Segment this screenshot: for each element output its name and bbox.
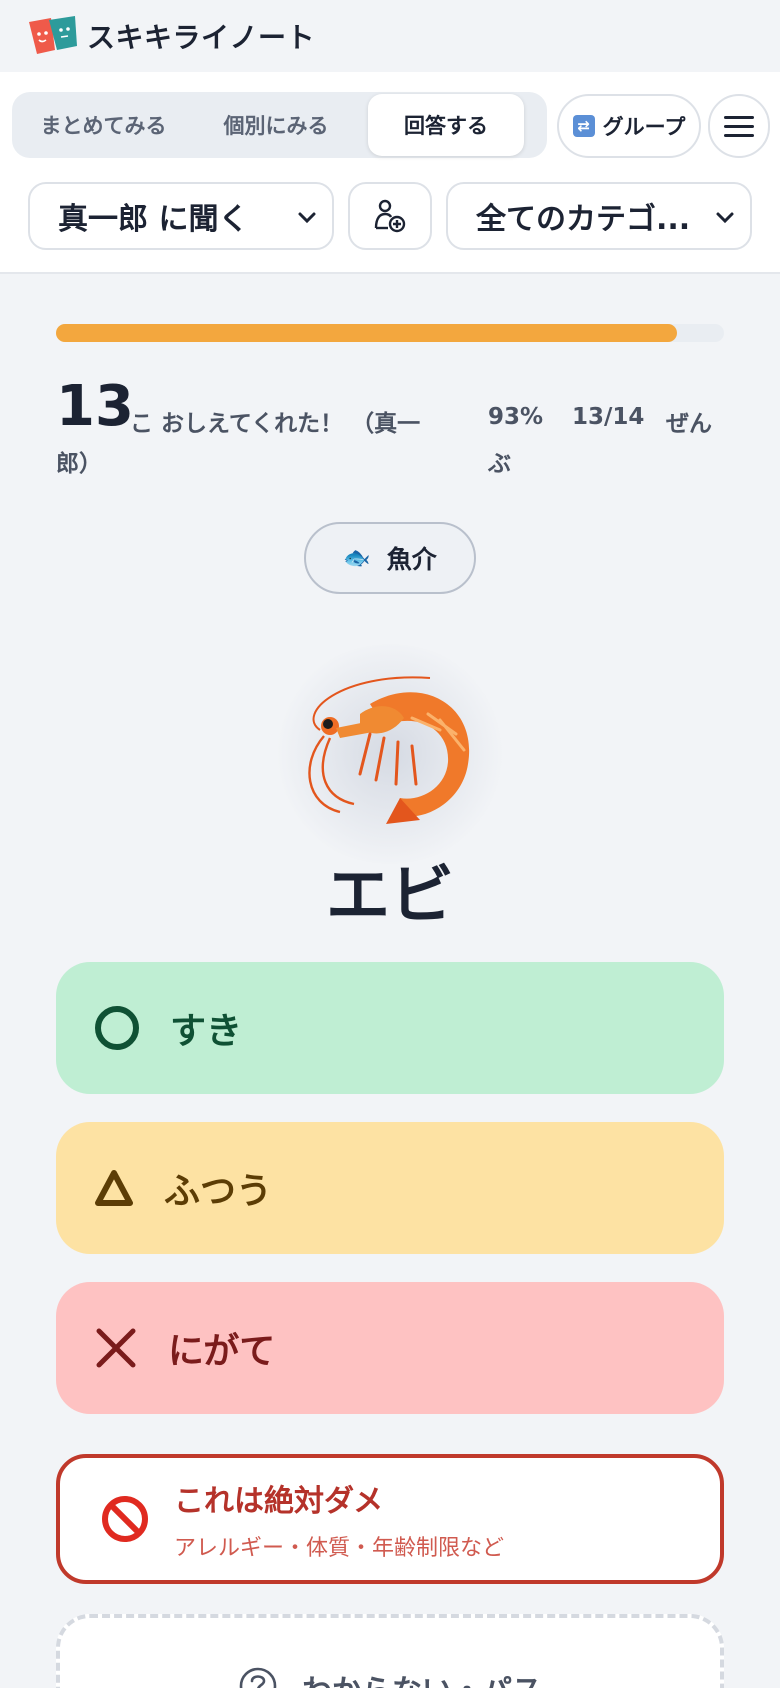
answer-like-label: すき <box>170 1011 243 1052</box>
shrimp-icon <box>308 676 470 824</box>
group-button[interactable]: ⇄ グループ <box>557 94 701 158</box>
add-person-icon <box>374 199 406 233</box>
category-select[interactable]: 全てのカテゴ... <box>446 182 752 250</box>
answer-pass-label: わからない・パス <box>302 1666 542 1688</box>
total-label-cont: ぶ <box>488 451 511 477</box>
progress-percent: 93% <box>488 404 544 430</box>
answer-pass-button[interactable]: わからない・パス <box>56 1614 724 1688</box>
answer-dislike-label: にがて <box>168 1331 276 1372</box>
person-select[interactable]: 真一郎 に聞く <box>28 182 334 250</box>
brand-bar: スキキライノート <box>0 0 780 72</box>
answer-dislike-button[interactable]: にがて <box>56 1282 724 1414</box>
app-root: スキキライノート まとめてみる 個別にみる 回答する ⇄ グループ 真一郎 に聞… <box>0 0 780 1688</box>
brand-name: スキキライノート <box>87 21 316 54</box>
circle-icon <box>95 1006 139 1050</box>
tab-summary[interactable]: まとめてみる <box>16 94 191 156</box>
add-person-button[interactable] <box>348 182 432 250</box>
answered-count-label: こ おしえてくれた！ （真一 郎） <box>56 404 520 477</box>
fish-icon: 🐟 <box>343 545 371 571</box>
question-icon <box>239 1667 277 1688</box>
chevron-down-icon <box>298 212 316 224</box>
triangle-icon <box>95 1170 133 1206</box>
answered-count-label-line1: こ おしえてくれた！ （真一 <box>130 411 421 437</box>
tabs-row: まとめてみる 個別にみる 回答する ⇄ グループ <box>12 92 780 158</box>
chevron-down-icon <box>716 212 734 224</box>
hamburger-menu-icon <box>724 115 754 119</box>
category-pill: 🐟 魚介 <box>304 522 476 594</box>
view-tabs: まとめてみる 個別にみる 回答する <box>12 92 547 158</box>
hamburger-menu-button[interactable] <box>708 94 770 158</box>
total-label: ぜん <box>666 411 712 437</box>
answer-never-subtitle: アレルギー・体質・年齢制限など <box>174 1536 505 1561</box>
group-button-label: グループ <box>602 115 686 139</box>
progress-bar <box>56 324 724 342</box>
answer-never-title: これは絶対ダメ <box>174 1484 384 1519</box>
category-select-value: 全てのカテゴ... <box>476 202 691 237</box>
answered-count: 13 <box>56 374 134 439</box>
category-pill-label: 魚介 <box>386 545 437 574</box>
shuffle-icon: ⇄ <box>572 115 595 137</box>
prohibited-icon <box>102 1496 148 1542</box>
answer-neutral-label: ふつう <box>164 1171 273 1212</box>
progress-stats: 13 こ おしえてくれた！ （真一 郎） 93% 13/14 ぜん ぶ <box>56 374 724 494</box>
cross-icon <box>96 1328 136 1368</box>
food-image <box>240 634 540 874</box>
answer-never-button[interactable]: これは絶対ダメ アレルギー・体質・年齢制限など <box>56 1454 724 1584</box>
logo-icon <box>27 16 79 56</box>
answer-neutral-button[interactable]: ふつう <box>56 1122 724 1254</box>
answered-count-label-line2: 郎） <box>56 451 102 477</box>
header: まとめてみる 個別にみる 回答する ⇄ グループ 真一郎 に聞く 全てのカテゴ.… <box>0 72 780 274</box>
tab-individual[interactable]: 個別にみる <box>191 94 361 156</box>
food-name: エビ <box>326 859 454 933</box>
progress-fill <box>56 324 678 342</box>
person-select-value: 真一郎 に聞く <box>58 202 249 237</box>
progress-ratio: 13/14 <box>572 404 645 430</box>
tab-answer[interactable]: 回答する <box>368 94 524 156</box>
answer-like-button[interactable]: すき <box>56 962 724 1094</box>
answer-never-text: これは絶対ダメ アレルギー・体質・年齢制限など <box>174 1476 504 1562</box>
